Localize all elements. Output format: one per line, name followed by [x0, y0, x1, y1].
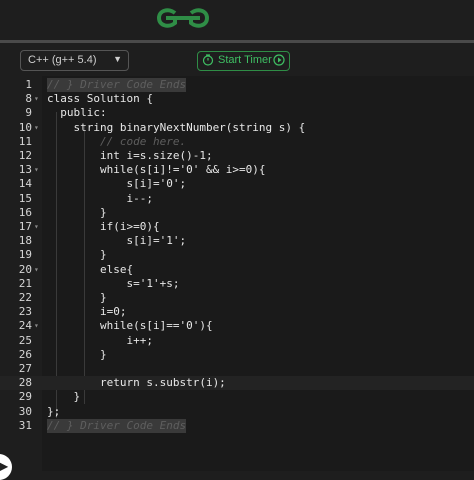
line-number: 23 — [18, 305, 32, 319]
line-number: 20 — [18, 262, 32, 276]
line-number: 21 — [18, 276, 32, 290]
code-text: }; — [47, 404, 61, 418]
code-text: s='1'+s; — [47, 276, 180, 290]
language-select[interactable]: C++ (g++ 5.4) ▼ — [20, 50, 129, 71]
line-number: 28 — [18, 376, 32, 390]
code-text: return s.substr(i); — [47, 376, 226, 390]
code-text: int i=s.size()-1; — [47, 149, 213, 162]
code-line[interactable]: 30}; — [0, 405, 474, 419]
code-text: i--; — [47, 191, 153, 205]
line-number: 18 — [18, 234, 32, 248]
line-number: 22 — [18, 291, 32, 304]
code-line[interactable]: 10 ▾ string binaryNextNumber(string s) { — [0, 121, 474, 135]
code-line[interactable]: 16 } — [0, 206, 474, 220]
chevron-down-icon: ▼ — [113, 54, 122, 64]
code-line[interactable]: 28 return s.substr(i); — [0, 376, 474, 391]
code-line[interactable]: 25 i++; — [0, 334, 474, 348]
line-number: 29 — [18, 390, 32, 404]
gfg-logo-icon[interactable] — [155, 4, 211, 32]
code-text: } — [47, 248, 107, 262]
line-number: 19 — [18, 248, 32, 262]
fold-toggle-icon[interactable]: ▾ — [34, 263, 39, 277]
start-timer-label: Start Timer — [218, 54, 272, 66]
code-line[interactable]: 31 // } Driver Code Ends — [0, 418, 474, 433]
code-text: while(s[i]!='0' && i>=0){ — [47, 163, 266, 177]
line-number: 14 — [18, 177, 32, 191]
code-line[interactable]: 9 public: — [0, 106, 474, 120]
code-line[interactable]: 27 — [0, 362, 474, 376]
code-line[interactable]: 18 s[i]='1'; — [0, 234, 474, 248]
line-number: 9 — [25, 106, 32, 120]
code-line[interactable]: 13 ▾ while(s[i]!='0' && i>=0){ — [0, 163, 474, 177]
line-number: 1 — [25, 78, 32, 91]
line-number: 26 — [18, 347, 32, 361]
code-text: } — [47, 347, 107, 361]
code-text: while(s[i]=='0'){ — [47, 319, 213, 333]
fold-toggle-icon[interactable]: ▾ — [34, 220, 39, 234]
code-text: // } Driver Code Ends — [47, 418, 187, 433]
code-editor[interactable]: 1// } Driver Code Ends 8 ▾ class Solution {… — [0, 76, 474, 480]
code-text: s[i]='0'; — [47, 177, 187, 191]
fold-toggle-icon[interactable]: ▾ — [34, 92, 39, 106]
editor-toolbar: C++ (g++ 5.4) ▼ Start Timer — [0, 43, 474, 76]
code-text: // } Driver Code Ends — [47, 78, 187, 92]
code-line[interactable]: 24 ▾ while(s[i]=='0'){ — [0, 319, 474, 333]
code-text: s[i]='1'; — [47, 234, 187, 248]
code-line[interactable]: 17 ▾ if(i>=0){ — [0, 220, 474, 234]
start-timer-button[interactable]: Start Timer — [197, 51, 290, 71]
code-text: } — [47, 205, 107, 219]
code-text: if(i>=0){ — [47, 220, 160, 233]
code-text: // code here. — [47, 134, 187, 148]
code-text: public: — [47, 106, 107, 120]
line-number: 8 — [25, 92, 32, 106]
line-number: 13 — [18, 163, 32, 177]
code-text: class Solution { — [47, 92, 153, 106]
line-number: 25 — [18, 333, 32, 347]
code-text: } — [47, 291, 107, 304]
code-line[interactable]: 21 s='1'+s; — [0, 277, 474, 291]
code-text: else{ — [47, 262, 134, 276]
code-line[interactable]: 12 int i=s.size()-1; — [0, 149, 474, 163]
code-line[interactable]: 8 ▾ class Solution { — [0, 92, 474, 106]
code-text: } — [47, 390, 81, 404]
code-line[interactable]: 20 ▾ else{ — [0, 263, 474, 277]
code-line[interactable]: 23 i=0; — [0, 305, 474, 319]
fold-toggle-icon[interactable]: ▾ — [34, 319, 39, 333]
line-number: 24 — [18, 319, 32, 333]
code-text: i=0; — [47, 305, 127, 319]
code-line[interactable]: 22 } — [0, 291, 474, 305]
line-number: 10 — [18, 120, 32, 134]
line-number: 16 — [18, 205, 32, 219]
code-line[interactable]: 1 // } Driver Code Ends — [0, 78, 474, 92]
code-line[interactable]: 26 } — [0, 348, 474, 362]
line-number: 31 — [18, 418, 32, 432]
fold-toggle-icon[interactable]: ▾ — [34, 121, 39, 135]
line-number: 17 — [18, 220, 32, 233]
code-text: string binaryNextNumber(string s) { — [47, 120, 306, 134]
language-value: C++ (g++ 5.4) — [28, 54, 97, 66]
play-circle-icon — [273, 54, 285, 66]
line-number: 15 — [18, 191, 32, 205]
clock-icon — [202, 54, 214, 66]
code-line[interactable]: 19 } — [0, 248, 474, 262]
line-number: 12 — [18, 149, 32, 162]
line-number: 30 — [18, 404, 32, 418]
line-number: 27 — [18, 362, 32, 375]
line-number: 11 — [18, 134, 32, 148]
code-line[interactable]: 29 } — [0, 390, 474, 404]
code-text: i++; — [47, 333, 153, 347]
fold-toggle-icon[interactable]: ▾ — [34, 163, 39, 177]
code-line[interactable]: 14 s[i]='0'; — [0, 177, 474, 191]
code-line[interactable]: 15 i--; — [0, 192, 474, 206]
code-line[interactable]: 11 // code here. — [0, 135, 474, 149]
top-bar — [0, 0, 474, 40]
